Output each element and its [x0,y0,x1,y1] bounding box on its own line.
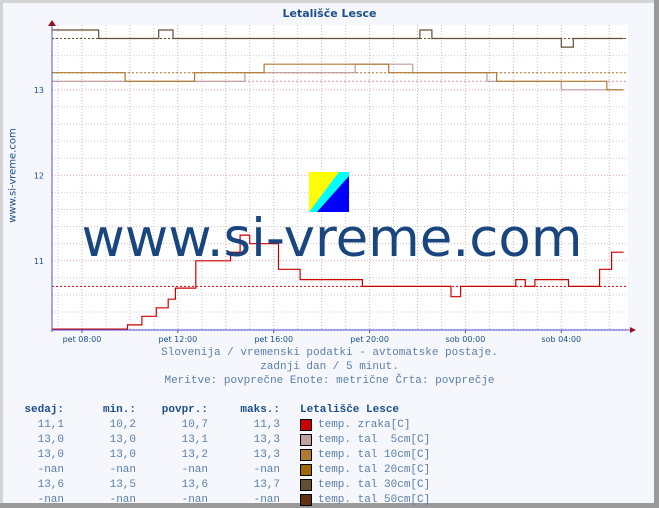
legend-swatch [300,463,312,476]
x-tick-label: sob 04:00 [541,335,581,344]
info-line-1: Slovenija / vremenski podatki - avtomats… [161,347,498,359]
x-tick-label: sob 00:00 [446,335,486,344]
cell-min: 10,2 [109,418,136,431]
legend-label: temp. tal 20cm[C] [318,463,431,476]
legend-item: temp. tal 10cm[C] [300,448,431,461]
cell-max: 11,3 [253,418,280,431]
header-now: sedaj: [24,403,64,416]
legend-swatch [300,418,312,431]
table-row: 11,1 10,2 10,7 11,3 temp. zraka[C] [18,417,430,432]
cell-now: 13,0 [37,433,64,446]
x-tick-label: pet 20:00 [350,335,389,344]
legend-item: temp. zraka[C] [300,418,411,431]
legend-swatch [300,448,312,461]
legend-item: temp. tal 30cm[C] [300,478,431,491]
cell-max: -nan [253,493,280,506]
info-line-2: zadnji dan / 5 minut. [260,361,399,373]
cell-now: -nan [37,463,64,476]
legend-item: temp. tal 5cm[C] [300,433,431,446]
legend-swatch [300,433,312,446]
info-line-3: Meritve: povprečne Enote: metrične Črta:… [164,375,495,387]
cell-avg: 13,6 [181,478,208,491]
table-header-row: sedaj: min.: povpr.: maks.: Letališče Le… [18,402,430,417]
header-station: Letališče Lesce [300,403,400,416]
stats-table: sedaj: min.: povpr.: maks.: Letališče Le… [18,402,430,507]
cell-min: -nan [109,463,136,476]
x-tick-label: pet 08:00 [63,335,102,344]
watermark-text: www.si-vreme.com [82,208,583,269]
table-row: 13,0 13,0 13,2 13,3 temp. tal 10cm[C] [18,447,430,462]
legend-swatch [300,493,312,506]
cell-max: 13,3 [253,448,280,461]
si-vreme-logo-icon [309,172,349,212]
legend-label: temp. tal 10cm[C] [318,448,431,461]
table-row: -nan -nan -nan -nan temp. tal 50cm[C] [18,492,430,507]
y-tick-label: 11 [34,257,44,266]
table-row: 13,6 13,5 13,6 13,7 temp. tal 30cm[C] [18,477,430,492]
chart-svg: pet 08:00 pet 12:00 pet 16:00 pet 20:00 sob … [34,20,636,344]
table-row: 13,0 13,0 13,1 13,3 temp. tal 5cm[C] [18,432,430,447]
legend-label: temp. zraka[C] [318,418,411,431]
legend-label: temp. tal 5cm[C] [318,433,431,446]
legend-item: temp. tal 50cm[C] [300,493,431,506]
header-min: min.: [102,403,136,416]
cell-max: 13,3 [253,433,280,446]
header-avg: povpr.: [161,403,208,416]
cell-avg: 13,2 [181,448,208,461]
cell-avg: 10,7 [181,418,208,431]
cell-now: 11,1 [37,418,64,431]
cell-now: 13,0 [37,448,64,461]
header-max: maks.: [240,403,280,416]
cell-max: 13,7 [253,478,280,491]
x-tick-label: pet 16:00 [254,335,293,344]
cell-now: -nan [37,493,64,506]
cell-avg: 13,1 [181,433,208,446]
x-tick-label: pet 12:00 [158,335,197,344]
legend-label: temp. tal 30cm[C] [318,478,431,491]
legend-label: temp. tal 50cm[C] [318,493,431,506]
cell-min: 13,0 [109,448,136,461]
cell-min: 13,5 [109,478,136,491]
cell-now: 13,6 [37,478,64,491]
y-tick-label: 13 [34,86,44,95]
x-axis-arrow-icon [630,327,636,333]
cell-avg: -nan [181,493,208,506]
cell-min: -nan [109,493,136,506]
y-axis-arrow-icon [48,20,56,26]
table-row: -nan -nan -nan -nan temp. tal 20cm[C] [18,462,430,477]
cell-min: 13,0 [109,433,136,446]
cell-max: -nan [253,463,280,476]
legend-item: temp. tal 20cm[C] [300,463,431,476]
legend-swatch [300,478,312,491]
cell-avg: -nan [181,463,208,476]
y-tick-label: 12 [34,171,44,180]
